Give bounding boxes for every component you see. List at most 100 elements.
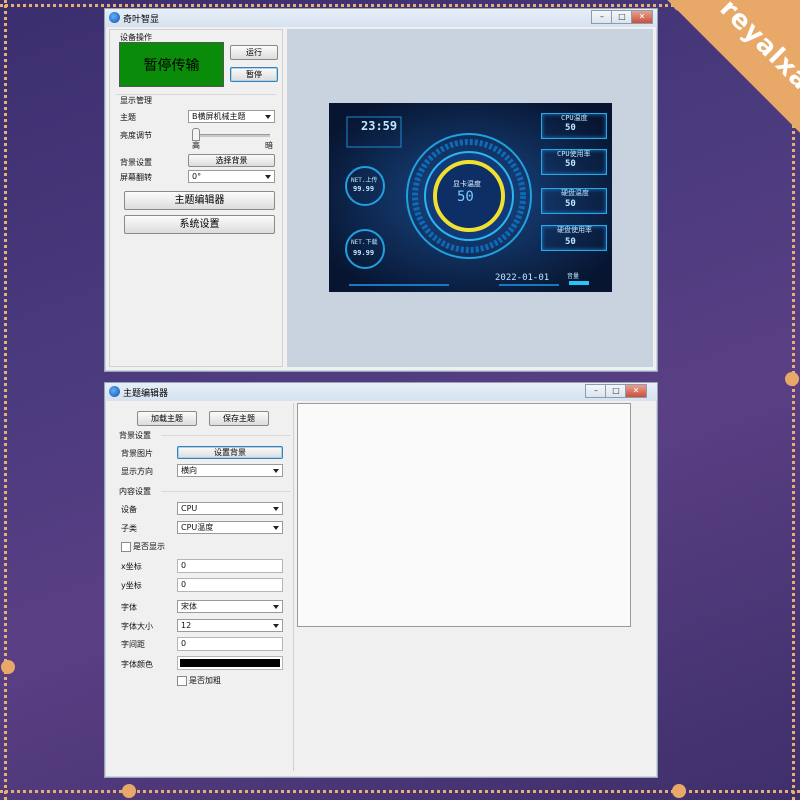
status-text: 暂停传输: [143, 57, 200, 74]
set-background-button[interactable]: 设置背景: [177, 446, 283, 459]
save-theme-button[interactable]: 保存主题: [209, 411, 269, 426]
bg-image-label: 背景图片: [121, 449, 153, 458]
close-icon[interactable]: ✕: [631, 10, 653, 24]
maximize-icon[interactable]: □: [605, 384, 627, 398]
subtype-select[interactable]: CPU温度: [177, 521, 283, 534]
chevron-down-icon: [265, 114, 271, 119]
chevron-down-icon: [273, 525, 279, 530]
brightness-label: 亮度调节: [120, 131, 152, 140]
disk-usage-label: 硬盘使用率: [557, 226, 592, 234]
font-color-swatch[interactable]: [177, 656, 283, 670]
system-settings-button[interactable]: 系统设置: [124, 215, 275, 234]
editor-titlebar: 主题编辑器 – □ ✕: [105, 383, 657, 401]
gpu-temp-value: 50: [457, 189, 474, 205]
y-coordinate-label: y坐标: [121, 581, 142, 590]
rotate-select-value: 0°: [192, 172, 202, 181]
font-color-fill: [180, 659, 280, 667]
dotted-border-left: [4, 0, 7, 800]
spacing-label: 字间距: [121, 640, 145, 649]
divider: [161, 435, 291, 436]
bg-section-label: 背景设置: [119, 431, 151, 440]
chevron-down-icon: [265, 174, 271, 179]
cpu-usage-value: 50: [565, 159, 576, 169]
font-size-label: 字体大小: [121, 622, 153, 631]
font-label: 字体: [121, 603, 137, 612]
editor-window: 主题编辑器 – □ ✕ 加载主题 保存主题 背景设置 背景图片 设置背景 显示方…: [104, 382, 658, 778]
decor-dot: [1, 660, 15, 674]
close-icon[interactable]: ✕: [625, 384, 647, 398]
volume-label: 音量: [567, 273, 580, 280]
theme-preview: 23:59 NET.上传 99.99 NET.下载 99.99 显卡温度 50 …: [329, 103, 612, 292]
subtype-label: 子类: [121, 524, 137, 533]
preview-area: 23:59 NET.上传 99.99 NET.下载 99.99 显卡温度 50 …: [287, 29, 653, 367]
minimize-icon[interactable]: –: [585, 384, 607, 398]
spacing-input[interactable]: 0: [177, 637, 283, 651]
y-coordinate-input[interactable]: 0: [177, 578, 283, 592]
x-coordinate-label: x坐标: [121, 562, 142, 571]
minimize-icon[interactable]: –: [591, 10, 613, 24]
subtype-select-value: CPU温度: [181, 523, 214, 532]
decor-dot: [122, 784, 136, 798]
orientation-select[interactable]: 横向: [177, 464, 283, 477]
maximize-icon[interactable]: □: [611, 10, 633, 24]
load-theme-button[interactable]: 加载主题: [137, 411, 197, 426]
x-coordinate-input[interactable]: 0: [177, 559, 283, 573]
cpu-usage-label: CPU使用率: [557, 150, 591, 158]
orientation-label: 显示方向: [121, 467, 153, 476]
editor-canvas[interactable]: [297, 403, 631, 627]
show-label: 是否显示: [133, 542, 165, 551]
pause-button[interactable]: 暂停: [230, 67, 278, 82]
decor-dot: [672, 784, 686, 798]
brightness-high-label: 高: [192, 141, 200, 150]
brightness-low-label: 暗: [265, 141, 273, 150]
disk-temp-value: 50: [565, 199, 576, 209]
bold-checkbox[interactable]: [177, 676, 187, 686]
main-window: 奇叶智显 – □ ✕ 设备操作 暂停传输 运行 暂停 显示管理 主题 B横屏机械…: [104, 8, 658, 372]
theme-select[interactable]: B横屏机械主题: [188, 110, 275, 123]
disk-usage-value: 50: [565, 237, 576, 247]
font-size-select-value: 12: [181, 621, 192, 630]
run-button[interactable]: 运行: [230, 45, 278, 60]
font-size-select[interactable]: 12: [177, 619, 283, 632]
device-select-value: CPU: [181, 504, 198, 513]
chevron-down-icon: [273, 604, 279, 609]
net-down-value: 99.99: [353, 249, 375, 257]
chevron-down-icon: [273, 468, 279, 473]
device-label: 设备: [121, 505, 137, 514]
chevron-down-icon: [273, 623, 279, 628]
disk-temp-label: 硬盘温度: [561, 189, 589, 197]
app-icon: [109, 12, 120, 23]
orientation-select-value: 横向: [181, 466, 197, 475]
font-color-label: 字体颜色: [121, 660, 153, 669]
app-icon: [109, 386, 120, 397]
theme-label: 主题: [120, 113, 136, 122]
net-up-label: NET.上传: [351, 177, 378, 184]
theme-editor-button[interactable]: 主题编辑器: [124, 191, 275, 210]
main-titlebar: 奇叶智显 – □ ✕: [105, 9, 657, 27]
chevron-down-icon: [273, 506, 279, 511]
decor-dot: [785, 372, 799, 386]
display-mgmt-label: 显示管理: [120, 96, 152, 105]
bg-setting-label: 背景设置: [120, 158, 152, 167]
font-select-value: 宋体: [181, 602, 197, 611]
choose-background-button[interactable]: 选择背景: [188, 154, 275, 167]
divider: [161, 491, 291, 492]
font-select[interactable]: 宋体: [177, 600, 283, 613]
net-up-value: 99.99: [353, 185, 375, 193]
theme-select-value: B横屏机械主题: [192, 112, 246, 121]
cpu-temp-label: CPU温度: [561, 114, 588, 122]
editor-panel: 加载主题 保存主题 背景设置 背景图片 设置背景 显示方向 横向 内容设置 设备…: [109, 403, 294, 771]
control-panel: 设备操作 暂停传输 运行 暂停 显示管理 主题 B横屏机械主题 亮度调节 高 暗…: [109, 29, 283, 367]
rotate-label: 屏幕翻转: [120, 173, 152, 182]
preview-time: 23:59: [361, 119, 398, 133]
net-down-label: NET.下载: [351, 239, 378, 246]
preview-date: 2022-01-01: [495, 273, 550, 283]
main-window-title: 奇叶智显: [123, 15, 160, 25]
rotate-select[interactable]: 0°: [188, 170, 275, 183]
brightness-slider[interactable]: [192, 134, 270, 137]
content-section-label: 内容设置: [119, 487, 151, 496]
editor-window-title: 主题编辑器: [123, 389, 169, 399]
gpu-temp-label: 显卡温度: [453, 180, 481, 188]
device-select[interactable]: CPU: [177, 502, 283, 515]
show-checkbox[interactable]: [121, 542, 131, 552]
